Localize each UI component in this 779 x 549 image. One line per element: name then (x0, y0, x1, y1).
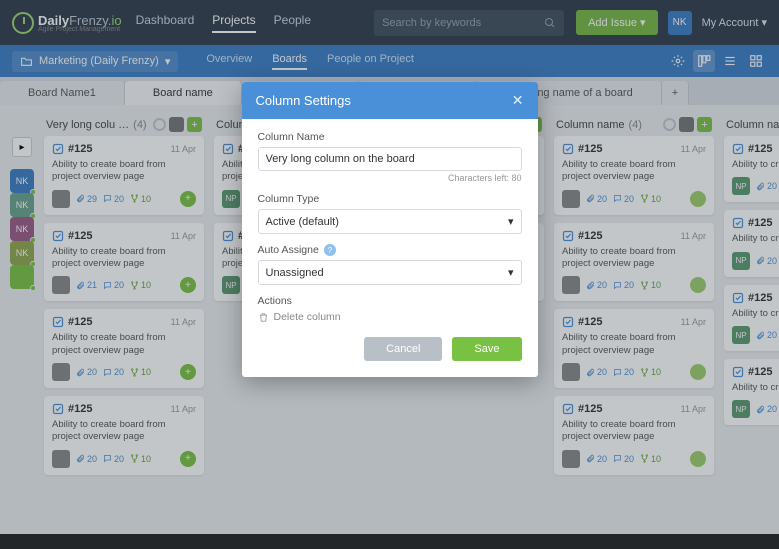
cancel-button[interactable]: Cancel (364, 337, 442, 361)
auto-assign-select[interactable]: Unassigned ▾ (258, 260, 522, 285)
modal-overlay[interactable]: Column Settings ✕ Column Name Characters… (0, 0, 779, 549)
modal-title: Column Settings (256, 93, 351, 108)
column-type-label: Column Type (258, 193, 522, 205)
column-name-label: Column Name (258, 131, 522, 143)
chevron-down-icon: ▾ (508, 266, 514, 279)
actions-label: Actions (258, 295, 522, 307)
auto-assign-label: Auto Assigne (258, 244, 319, 256)
help-icon[interactable]: ? (324, 244, 336, 256)
column-name-input[interactable] (258, 147, 522, 171)
delete-column-action[interactable]: Delete column (258, 311, 522, 323)
column-settings-modal: Column Settings ✕ Column Name Characters… (242, 82, 538, 377)
close-icon[interactable]: ✕ (512, 92, 524, 109)
column-type-select[interactable]: Active (default) ▾ (258, 209, 522, 234)
modal-header: Column Settings ✕ (242, 82, 538, 119)
chars-left: Characters left: 80 (258, 173, 522, 183)
trash-icon (258, 312, 269, 323)
save-button[interactable]: Save (452, 337, 521, 361)
chevron-down-icon: ▾ (508, 215, 514, 228)
